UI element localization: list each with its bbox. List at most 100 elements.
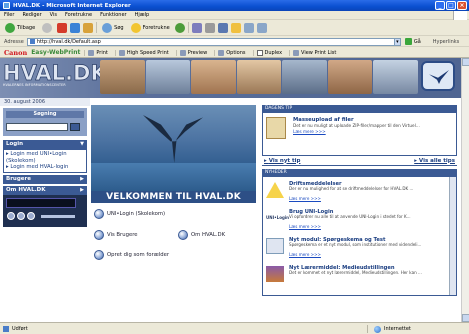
rewind-button[interactable] <box>7 211 15 220</box>
login-uni-label: Login med UNI•Login (Skolekom) <box>6 151 67 164</box>
play-button[interactable] <box>17 211 25 220</box>
canon-logo: Canon <box>4 48 28 57</box>
scroll-down-button[interactable] <box>462 314 469 322</box>
volume-slider[interactable] <box>41 214 75 218</box>
print-label: Print <box>96 49 108 56</box>
tip-box: Masseupload af filer Det er nu muligt at… <box>262 112 457 156</box>
duplex-toggle[interactable]: Duplex <box>252 49 286 56</box>
news-text: Der er nu mulighed for at se driftmeddel… <box>289 186 414 191</box>
uni-login-logo: UNI•Login <box>266 215 290 220</box>
options-button[interactable]: Options <box>214 49 248 56</box>
standard-toolbar: Tilbage Søg Foretrukne <box>0 20 469 36</box>
welcome-heading: VELKOMMEN TIL HVAL.DK <box>91 191 256 203</box>
toolbar-separator <box>187 22 189 33</box>
page-scrollbar[interactable] <box>461 58 469 322</box>
about-label: Om HVAL.DK <box>191 232 226 238</box>
show-users-label: Vis Brugere <box>107 232 138 238</box>
print-icon[interactable] <box>204 22 215 33</box>
window-controls: _ □ × <box>435 1 467 10</box>
messenger-icon[interactable] <box>243 22 254 33</box>
header-photo <box>327 60 373 94</box>
main-center: VELKOMMEN TIL HVAL.DK UNI•Login (Skoleko… <box>91 105 256 320</box>
forward-button[interactable] <box>40 22 54 34</box>
site-logo-text: HVAL.DK <box>3 61 107 85</box>
login-hval-link[interactable]: ▸ Login med HVAL-login <box>6 164 84 171</box>
news-read-more-link[interactable]: Læs mere >>> <box>289 224 321 229</box>
menu-help[interactable]: Hjælp <box>135 12 150 18</box>
back-label: Tilbage <box>17 24 36 31</box>
show-users-button[interactable]: Vis Brugere <box>94 230 138 240</box>
mail-icon[interactable] <box>191 22 202 33</box>
address-dropdown-button[interactable]: ▾ <box>393 37 401 46</box>
page-done-icon <box>3 325 9 332</box>
new-tip-link[interactable]: ▸ Vis nyt tip <box>264 158 300 164</box>
options-icon <box>218 49 225 56</box>
research-icon[interactable] <box>256 22 267 33</box>
menu-file[interactable]: Filer <box>4 12 14 18</box>
printer-icon <box>88 49 95 56</box>
stop-icon[interactable] <box>57 22 68 33</box>
search-input[interactable] <box>6 123 68 131</box>
users-panel-title: Brugere <box>6 175 31 182</box>
header-photo-strip <box>100 60 419 94</box>
maximize-button[interactable]: □ <box>446 1 456 10</box>
history-icon[interactable] <box>174 22 185 33</box>
users-panel-header[interactable]: Brugere ▶ <box>3 174 87 184</box>
round-button-icon <box>94 230 104 240</box>
search-panel-title: Søgning <box>6 111 84 118</box>
news-header: NYHEDER <box>262 169 457 176</box>
links-toolbar-label[interactable]: Hyperlinks <box>433 39 459 45</box>
minimize-button[interactable]: _ <box>435 1 445 10</box>
news-read-more-link[interactable]: Læs mere >>> <box>289 196 321 201</box>
chevron-right-icon: ▶ <box>80 175 84 182</box>
favorites-button[interactable]: Foretrukne <box>129 22 172 34</box>
home-icon[interactable] <box>83 22 94 33</box>
create-parent-button[interactable]: Opret dig som forælder <box>94 250 169 260</box>
current-date: 30. august 2006 <box>0 98 90 106</box>
preview-button[interactable]: Preview <box>175 49 210 56</box>
news-item: UNI•Login Brug UNI-Login Vi opfordrer nu… <box>263 207 448 233</box>
address-input[interactable]: http://hval.dk/Default.asp <box>26 37 395 46</box>
login-panel-header[interactable]: Login ▼ <box>3 140 87 149</box>
high-speed-label: High Speed Print <box>126 49 169 56</box>
news-item: Nyt Lærermiddel: Medieudstillingen Det e… <box>263 263 448 289</box>
uni-login-button[interactable]: UNI•Login (Skolekom) <box>94 209 165 219</box>
duplex-checkbox[interactable] <box>256 49 263 56</box>
menu-view[interactable]: Vis <box>50 12 57 18</box>
back-button[interactable]: Tilbage <box>3 22 37 34</box>
easy-webprint-menu[interactable]: Easy-WebPrint <box>31 49 80 56</box>
site-logo[interactable]: HVAL.DK HVALERNES INFORMATIONSCENTER <box>3 61 107 87</box>
print-button[interactable]: Print <box>84 49 111 56</box>
go-button[interactable]: Gå <box>404 38 421 45</box>
scroll-up-button[interactable] <box>462 58 469 66</box>
about-panel-title: Om HVAL.DK <box>6 186 46 193</box>
header-photo <box>236 60 282 94</box>
about-button[interactable]: Om HVAL.DK <box>178 230 225 240</box>
view-print-list-button[interactable]: View Print List <box>289 49 339 56</box>
close-button[interactable]: × <box>457 1 467 10</box>
toolbar-separator <box>96 22 98 33</box>
news-scrollbar[interactable] <box>449 177 456 295</box>
view-print-list-label: View Print List <box>301 49 337 56</box>
high-speed-print-button[interactable]: High Speed Print <box>114 49 172 56</box>
all-tips-link[interactable]: ▸ Vis alle tips <box>414 158 455 164</box>
stop-button[interactable] <box>27 211 35 220</box>
menu-tools[interactable]: Funktioner <box>100 12 127 18</box>
menu-favorites[interactable]: Foretrukne <box>65 12 92 18</box>
news-read-more-link[interactable]: Læs mere >>> <box>289 252 321 257</box>
refresh-icon[interactable] <box>70 22 81 33</box>
search-button[interactable]: Søg <box>100 22 125 34</box>
header-photo <box>282 60 327 94</box>
folder-icon[interactable] <box>230 22 241 33</box>
favorites-label: Foretrukne <box>142 24 170 31</box>
about-panel-header[interactable]: Om HVAL.DK ▶ <box>3 185 87 195</box>
login-uni-link[interactable]: ▸ Login med UNI•Login (Skolekom) <box>6 151 84 164</box>
edit-icon[interactable] <box>217 22 228 33</box>
status-text: Udført <box>12 325 28 332</box>
tip-read-more-link[interactable]: Læs mere >>> <box>293 129 326 134</box>
address-label: Adresse <box>4 38 24 45</box>
menu-edit[interactable]: Rediger <box>22 12 41 18</box>
go-label: Gå <box>413 38 421 45</box>
search-submit-button[interactable] <box>70 123 80 131</box>
questionnaire-icon <box>266 238 284 254</box>
